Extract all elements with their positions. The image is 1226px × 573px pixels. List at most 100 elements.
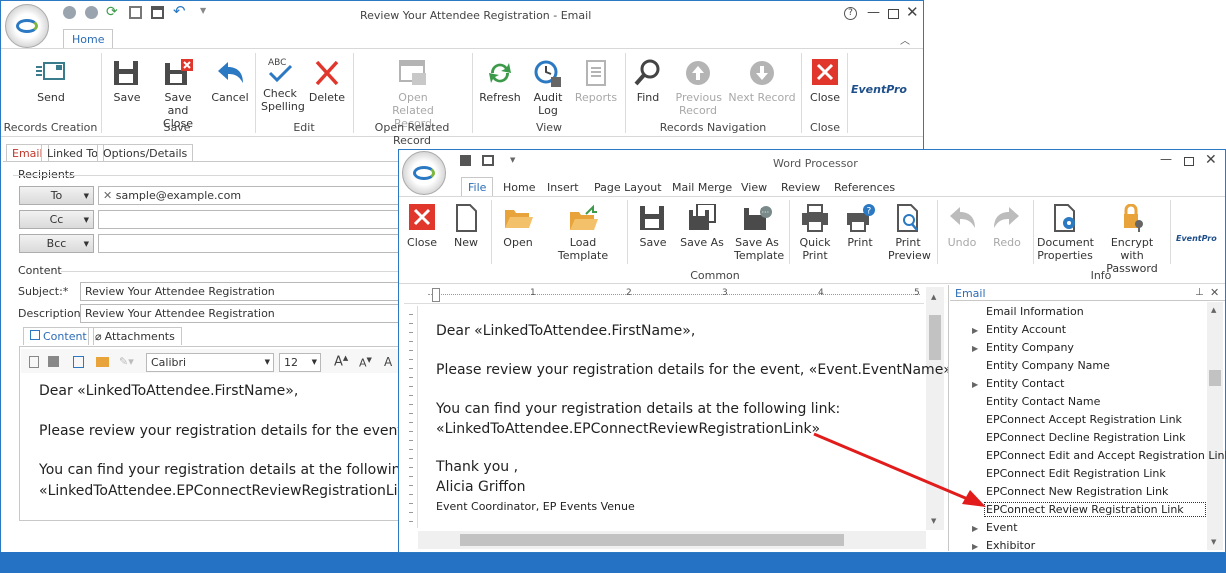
refresh-quick-icon[interactable]: ⟳	[106, 4, 118, 20]
new-doc-icon[interactable]	[29, 356, 39, 368]
save-button[interactable]: Save	[107, 59, 147, 104]
tree-item[interactable]: EPConnect New Registration Link	[986, 485, 1168, 498]
customize-quick-icon[interactable]: ▼	[200, 6, 206, 15]
wp-customize-quick-icon[interactable]: ▼	[510, 156, 515, 164]
wp-encrypt-button[interactable]: Encrypt with Password	[1097, 203, 1167, 275]
indent-marker[interactable]	[432, 288, 440, 302]
save-quick-icon[interactable]	[63, 6, 76, 19]
grow-font-icon[interactable]: A▲	[334, 354, 348, 369]
wp-minimize-icon[interactable]: —	[1160, 152, 1172, 166]
wp-tab-view[interactable]: View	[733, 178, 775, 197]
tree-item[interactable]: Entity Company Name	[986, 359, 1110, 372]
tree-item[interactable]: Email Information	[986, 305, 1084, 318]
tree-item[interactable]: EPConnect Edit Registration Link	[986, 467, 1166, 480]
refresh-button[interactable]: Refresh	[478, 59, 522, 104]
tree-item[interactable]: Entity Contact	[986, 377, 1064, 390]
bcc-field[interactable]	[98, 234, 408, 253]
panel-scroll-up-icon[interactable]: ▲	[1211, 306, 1216, 314]
expand-arrow-icon[interactable]: ▶	[972, 326, 978, 335]
cancel-button[interactable]: Cancel	[209, 59, 251, 104]
wp-tab-review[interactable]: Review	[773, 178, 828, 197]
app-logo-icon[interactable]	[5, 4, 49, 48]
wp-close-button[interactable]: Close	[404, 204, 440, 249]
font-size-select[interactable]: 12 ▼	[279, 353, 321, 372]
wp-print-preview-button[interactable]: Print Preview	[885, 204, 931, 262]
panel-close-icon[interactable]: ✕	[1210, 286, 1219, 299]
format-icon[interactable]: ✎▾	[119, 355, 134, 368]
close-button[interactable]: Close	[807, 59, 843, 104]
tree-item[interactable]: Entity Account	[986, 323, 1066, 336]
wp-save-close-quick-icon[interactable]	[482, 155, 494, 166]
save-close-quick-icon[interactable]	[151, 6, 164, 19]
undo-quick-icon[interactable]: ↶	[173, 2, 186, 20]
wp-new-button[interactable]: New	[448, 204, 484, 249]
tree-item[interactable]: EPConnect Edit and Accept Registration L…	[986, 449, 1226, 462]
save-close-button[interactable]: Save and Close	[150, 59, 206, 130]
scroll-thumb[interactable]	[929, 315, 941, 360]
panel-scroll-thumb[interactable]	[1209, 370, 1221, 386]
tab-content[interactable]: Content	[23, 327, 94, 345]
wp-open-button[interactable]: Open	[498, 204, 538, 249]
wp-tab-references[interactable]: References	[826, 178, 903, 197]
wp-logo-icon[interactable]	[402, 151, 446, 195]
horizontal-ruler[interactable]: 1 2 3 4 5	[404, 287, 924, 304]
open-folder-icon[interactable]	[96, 357, 109, 367]
wp-save-button[interactable]: Save	[633, 204, 673, 249]
wp-tab-file[interactable]: File	[461, 177, 494, 197]
highlight-icon[interactable]: A	[384, 355, 392, 369]
down-quick-icon[interactable]	[85, 6, 98, 19]
wp-document-properties-button[interactable]: Document Properties	[1037, 204, 1094, 262]
panel-scroll-down-icon[interactable]: ▼	[1211, 538, 1216, 546]
description-field[interactable]: Review Your Attendee Registration	[80, 304, 410, 323]
shrink-font-icon[interactable]: A▼	[359, 356, 372, 370]
to-field[interactable]: ✕ sample@example.com	[98, 186, 408, 205]
audit-log-button[interactable]: Audit Log	[527, 59, 569, 117]
tab-options-details[interactable]: Options/Details	[97, 144, 194, 162]
wp-redo-button[interactable]: Redo	[987, 204, 1027, 249]
wp-tab-mail-merge[interactable]: Mail Merge	[664, 178, 740, 197]
expand-arrow-icon[interactable]: ▶	[972, 344, 978, 353]
close-window-icon[interactable]: ✕	[906, 3, 919, 21]
open-related-record-button[interactable]: Open Related Record	[371, 59, 455, 130]
expand-arrow-icon[interactable]: ▶	[972, 524, 978, 533]
tab-linked-to[interactable]: Linked To	[41, 144, 104, 162]
tree-item[interactable]: Entity Contact Name	[986, 395, 1100, 408]
tab-home[interactable]: Home	[63, 29, 114, 49]
reports-button[interactable]: Reports	[573, 59, 619, 104]
wp-save-as-button[interactable]: Save As	[679, 203, 725, 249]
wp-print-button[interactable]: ? Print	[840, 204, 880, 249]
expand-arrow-icon[interactable]: ▶	[972, 542, 978, 551]
print-preview-icon[interactable]	[73, 356, 84, 368]
wp-save-quick-icon[interactable]	[460, 155, 471, 166]
wp-quick-print-button[interactable]: Quick Print	[795, 204, 835, 262]
delete-button[interactable]: Delete	[306, 59, 348, 104]
tree-item[interactable]: Exhibitor	[986, 539, 1035, 552]
previous-record-button[interactable]: Previous Record	[673, 59, 723, 117]
wp-tab-home[interactable]: Home	[495, 178, 543, 197]
wp-load-template-button[interactable]: Load Template	[544, 204, 622, 262]
scroll-up-icon[interactable]: ▲	[931, 293, 936, 301]
panel-scrollbar[interactable]: ▲ ▼	[1207, 302, 1223, 550]
wp-save-as-template-button[interactable]: ··· Save As Template	[731, 204, 784, 262]
h-scroll-thumb[interactable]	[460, 534, 844, 546]
wp-close-window-icon[interactable]: ✕	[1205, 152, 1217, 168]
wp-tab-page-layout[interactable]: Page Layout	[586, 178, 670, 197]
find-button[interactable]: Find	[629, 59, 667, 104]
collapse-ribbon-icon[interactable]: ︿	[900, 32, 910, 47]
font-select[interactable]: Calibri ▼	[146, 353, 274, 372]
to-button[interactable]: To ▼	[19, 186, 94, 205]
wp-tab-insert[interactable]: Insert	[539, 178, 587, 197]
tree-item[interactable]: EPConnect Decline Registration Link	[986, 431, 1186, 444]
cc-field[interactable]	[98, 210, 408, 229]
tree-item[interactable]: Entity Company	[986, 341, 1074, 354]
cc-button[interactable]: Cc ▼	[19, 210, 94, 229]
send-button[interactable]: Send	[26, 59, 76, 104]
tree-item[interactable]: Event	[986, 521, 1018, 534]
layout-quick-icon[interactable]	[129, 6, 142, 19]
pin-icon[interactable]: ⊥	[1195, 287, 1204, 298]
tree-item[interactable]: EPConnect Accept Registration Link	[986, 413, 1182, 426]
expand-arrow-icon[interactable]: ▶	[972, 380, 978, 389]
check-spelling-button[interactable]: ABC Check Spelling	[258, 55, 305, 113]
next-record-button[interactable]: Next Record	[728, 59, 796, 104]
help-icon[interactable]: ?	[844, 7, 857, 20]
